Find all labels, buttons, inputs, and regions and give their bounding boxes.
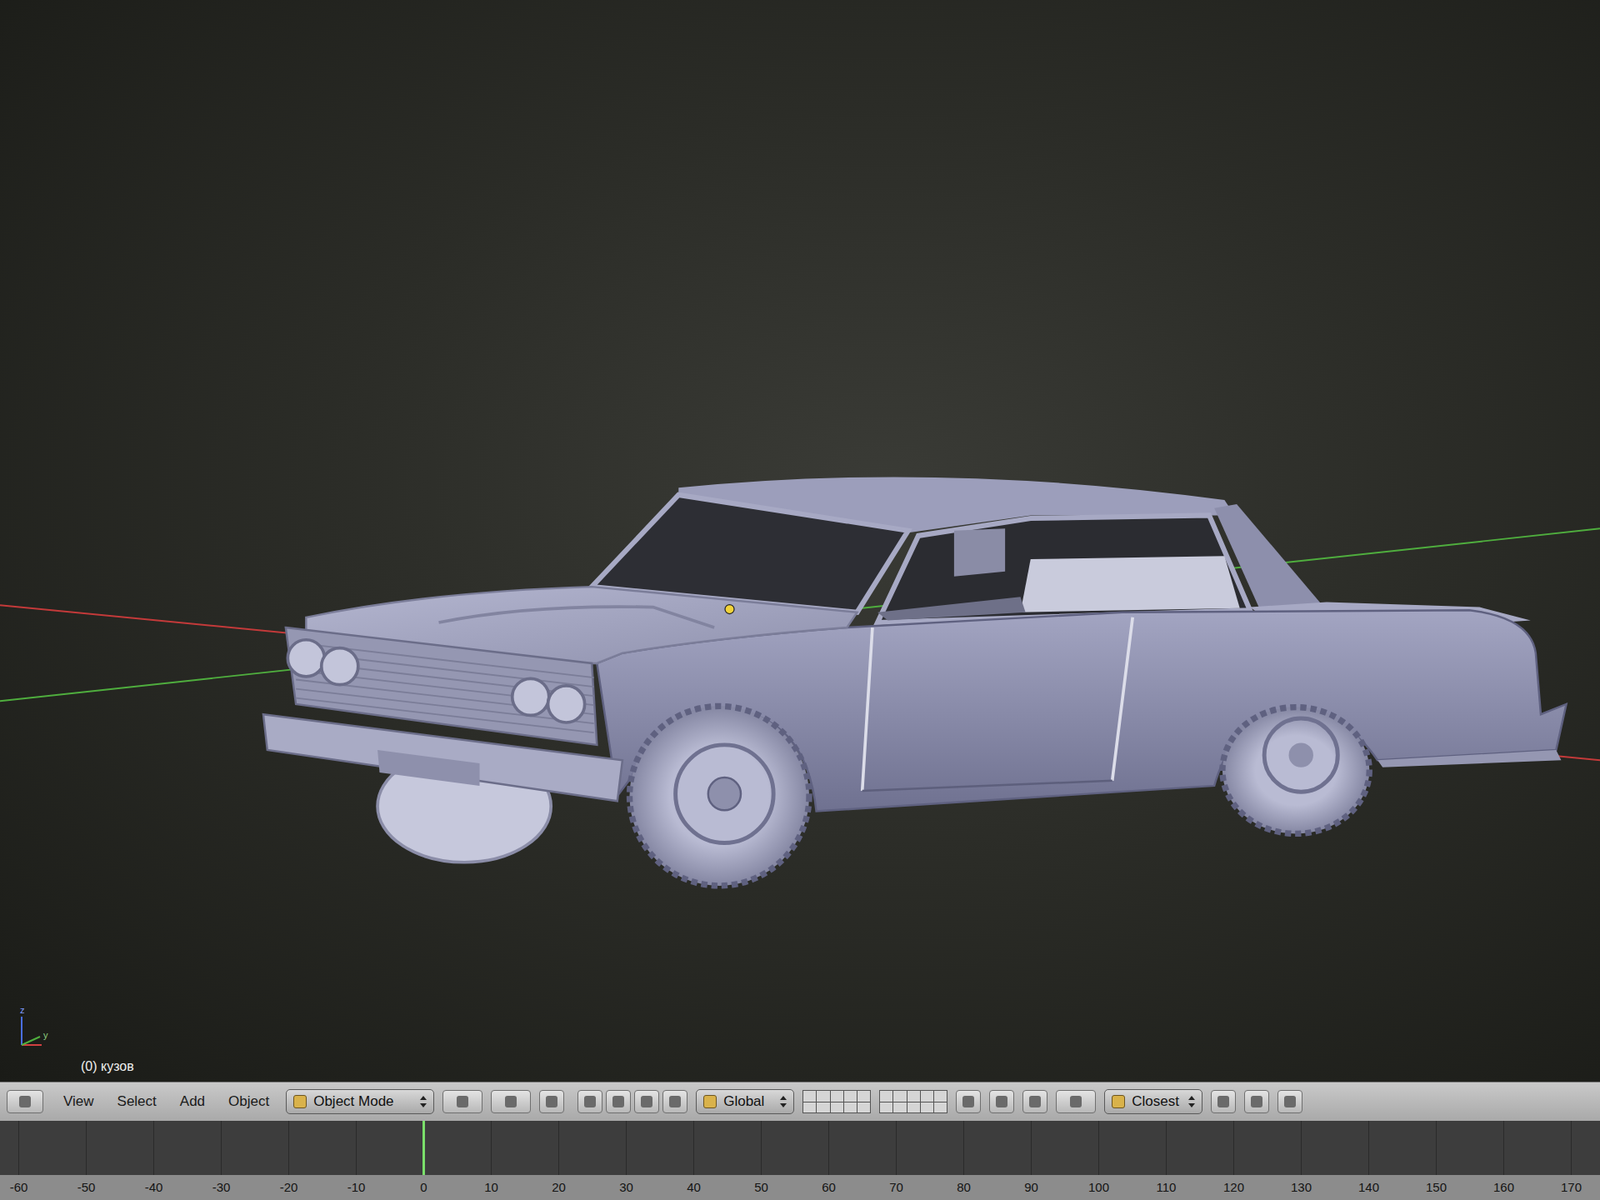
timeline-tick[interactable]: 20 — [525, 1120, 593, 1200]
manipulator-toggle[interactable] — [577, 1090, 603, 1114]
timeline-tick[interactable]: 70 — [862, 1120, 930, 1200]
timeline-tick[interactable]: 160 — [1470, 1120, 1538, 1200]
3d-viewport[interactable]: zy(0) кузов — [0, 0, 1600, 1082]
timeline-tick[interactable]: 0 — [390, 1120, 458, 1200]
rotate-button[interactable] — [634, 1090, 660, 1114]
arrows-icon — [1188, 1095, 1195, 1108]
timeline-tick[interactable]: 110 — [1132, 1120, 1200, 1200]
timeline-tick[interactable]: -50 — [52, 1120, 120, 1200]
timeline-tick[interactable]: 100 — [1065, 1120, 1133, 1200]
menu-item[interactable]: Select — [117, 1090, 157, 1113]
translate-button[interactable] — [605, 1090, 631, 1114]
proportional-button[interactable] — [539, 1090, 565, 1114]
shading-dropdown[interactable] — [442, 1090, 483, 1114]
dropdown-icon — [1111, 1095, 1125, 1109]
timeline-tick[interactable]: 50 — [727, 1120, 795, 1200]
timeline-tick[interactable]: 30 — [592, 1120, 660, 1200]
object-label: (0) кузов — [80, 1056, 135, 1077]
timeline-tick[interactable]: 170 — [1537, 1120, 1600, 1200]
editor-type-button[interactable] — [6, 1090, 44, 1114]
scale-button[interactable] — [662, 1090, 688, 1114]
timeline-tick[interactable]: 140 — [1335, 1120, 1403, 1200]
render-button[interactable] — [989, 1090, 1015, 1114]
menu-item[interactable]: View — [63, 1090, 95, 1113]
snap-toggle[interactable] — [1055, 1090, 1096, 1114]
mode-dropdown[interactable]: Object Mode — [285, 1089, 435, 1115]
blender-window: zy(0) кузовViewSelectAddObjectObject Mod… — [0, 0, 1600, 1200]
axis-gizmo: zy — [15, 1003, 57, 1054]
svg-text:z: z — [20, 1005, 25, 1015]
timeline-tick[interactable]: 40 — [660, 1120, 728, 1200]
proportional-edit-button[interactable] — [1022, 1090, 1048, 1114]
timeline-tick[interactable]: 120 — [1200, 1120, 1268, 1200]
timeline-tick[interactable]: -20 — [255, 1120, 323, 1200]
orientation-dropdown[interactable]: Global — [695, 1089, 795, 1115]
arrows-icon — [780, 1095, 787, 1108]
timeline-tick[interactable]: -10 — [322, 1120, 390, 1200]
dropdown-icon — [293, 1095, 307, 1109]
timeline-tick[interactable]: 90 — [997, 1120, 1065, 1200]
timeline-tick[interactable]: 130 — [1267, 1120, 1335, 1200]
opengl-animation-button[interactable] — [1277, 1090, 1303, 1114]
timeline-tick[interactable]: 150 — [1402, 1120, 1470, 1200]
timeline-tick[interactable]: 80 — [930, 1120, 998, 1200]
dropdown-icon — [703, 1095, 717, 1109]
opengl-render-button[interactable] — [1244, 1090, 1270, 1114]
timeline-tick[interactable]: 60 — [795, 1120, 863, 1200]
pivot-dropdown[interactable] — [490, 1090, 531, 1114]
viewport-header: View Select Add Object Object Mode Global Clos… — [0, 1081, 1600, 1121]
timeline-tick[interactable]: -40 — [120, 1120, 188, 1200]
menu-item[interactable]: Add — [180, 1090, 205, 1113]
timeline-tick[interactable]: -60 — [0, 1120, 53, 1200]
timeline-tick[interactable]: 10 — [457, 1120, 525, 1200]
snap-target-dropdown[interactable]: Closest — [1104, 1089, 1203, 1115]
car-model-drawing[interactable] — [0, 0, 1600, 1082]
menu-item[interactable]: Object — [228, 1090, 270, 1113]
timeline-tick[interactable]: -30 — [187, 1120, 255, 1200]
snap-align-button[interactable] — [1210, 1090, 1236, 1114]
layers-grid[interactable] — [879, 1090, 948, 1114]
layers-grid[interactable] — [802, 1090, 871, 1114]
svg-text:y: y — [43, 1030, 49, 1040]
arrows-icon — [420, 1095, 427, 1108]
axis-gizmo-icon: zy — [15, 1003, 57, 1054]
layer-lock-button[interactable] — [955, 1090, 981, 1114]
timeline[interactable]: -60-50-40-30-20-100102030405060708090100… — [0, 1120, 1600, 1200]
